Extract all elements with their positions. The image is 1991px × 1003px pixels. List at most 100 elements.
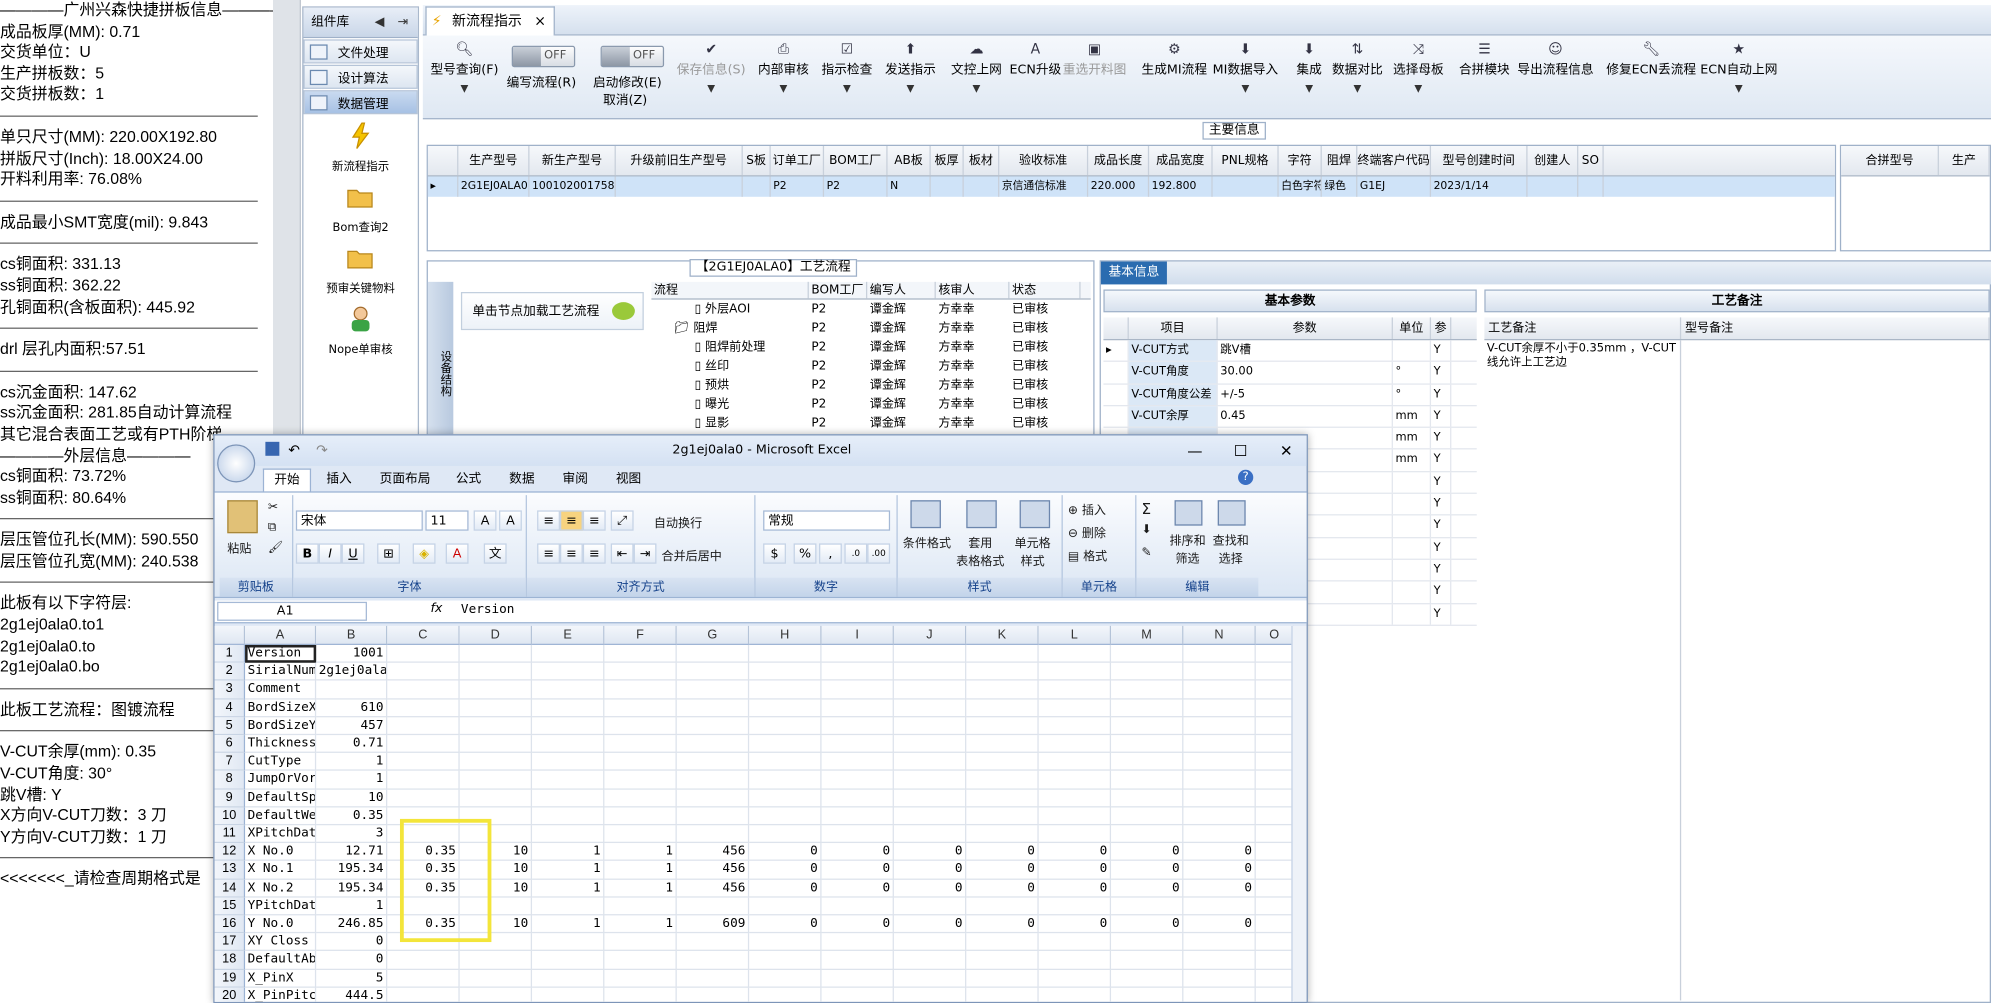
spreadsheet-cell[interactable] <box>387 825 460 844</box>
spreadsheet-cell[interactable]: 0 <box>316 933 388 952</box>
phonetic-icon[interactable]: 文 <box>483 543 507 564</box>
spreadsheet-cell[interactable] <box>604 987 677 1002</box>
spreadsheet-cell[interactable] <box>1255 825 1294 844</box>
spreadsheet-cell[interactable] <box>966 644 1039 663</box>
row-header[interactable]: 17 <box>214 933 246 952</box>
spreadsheet-cell[interactable] <box>1183 681 1256 700</box>
spreadsheet-cell[interactable]: Y No.0 <box>245 915 317 934</box>
param-value[interactable]: 0.45 <box>1218 406 1393 427</box>
spreadsheet-cell[interactable]: 1 <box>532 843 605 862</box>
spreadsheet-cell[interactable] <box>821 933 894 952</box>
cut-icon[interactable]: ✂ <box>268 500 278 514</box>
spreadsheet-cell[interactable] <box>387 681 460 700</box>
spreadsheet-cell[interactable] <box>749 662 822 681</box>
paste-button[interactable]: 粘贴 <box>227 538 251 556</box>
row-header[interactable]: 5 <box>214 717 246 736</box>
spreadsheet-cell[interactable]: 2g1ej0ala0 <box>316 662 388 681</box>
spreadsheet-cell[interactable] <box>459 789 533 808</box>
column-header[interactable]: D <box>459 625 533 645</box>
spreadsheet-cell[interactable] <box>749 735 822 754</box>
row-header[interactable]: 10 <box>214 807 246 826</box>
spreadsheet-cell[interactable]: 0.35 <box>387 915 460 934</box>
tab-basic-info[interactable]: 基本信息 <box>1100 261 1167 285</box>
spreadsheet-cell[interactable] <box>1183 969 1256 988</box>
spreadsheet-cell[interactable]: 3 <box>316 825 388 844</box>
spreadsheet-cell[interactable]: CutType <box>245 753 317 772</box>
spreadsheet-cell[interactable] <box>1111 681 1184 700</box>
spreadsheet-cell[interactable]: X No.1 <box>245 861 317 880</box>
spreadsheet-cell[interactable] <box>893 753 967 772</box>
spreadsheet-cell[interactable] <box>893 644 967 663</box>
spreadsheet-cell[interactable]: 1 <box>316 753 388 772</box>
spreadsheet-cell[interactable] <box>316 681 388 700</box>
spreadsheet-cell[interactable] <box>676 969 750 988</box>
spreadsheet-cell[interactable] <box>532 771 605 790</box>
indent-increase-icon[interactable]: ⇥ <box>633 543 657 564</box>
spreadsheet-cell[interactable] <box>604 933 677 952</box>
spreadsheet-cell[interactable] <box>532 933 605 952</box>
spreadsheet-cell[interactable] <box>893 933 967 952</box>
spreadsheet-cell[interactable] <box>676 933 750 952</box>
row-header[interactable]: 12 <box>214 843 246 862</box>
spreadsheet-cell[interactable] <box>532 717 605 736</box>
redo-icon[interactable]: ↷ <box>316 435 328 465</box>
spreadsheet-cell[interactable]: 1 <box>604 915 677 934</box>
spreadsheet-cell[interactable] <box>1111 897 1184 916</box>
spreadsheet-cell[interactable]: XY Closs <box>245 933 317 952</box>
spreadsheet-cell[interactable] <box>1183 699 1256 718</box>
spreadsheet-cell[interactable] <box>1111 969 1184 988</box>
spreadsheet-cell[interactable] <box>966 662 1039 681</box>
spreadsheet-cell[interactable]: 10 <box>459 861 533 880</box>
equipment-tab[interactable]: 设备结构 <box>427 281 454 452</box>
column-header[interactable]: 终端客户代码 <box>1357 146 1432 176</box>
spreadsheet-cell[interactable] <box>1038 969 1112 988</box>
spreadsheet-cell[interactable] <box>459 969 533 988</box>
spreadsheet-cell[interactable] <box>604 735 677 754</box>
spreadsheet-cell[interactable] <box>1038 753 1112 772</box>
ribbon-tab-5[interactable]: 审阅 <box>552 468 598 491</box>
row-header[interactable]: 20 <box>214 987 246 1002</box>
tab-new-flow[interactable]: ⚡ 新流程指示 × <box>425 6 555 36</box>
column-header[interactable]: 板厚 <box>931 146 964 176</box>
spreadsheet-cell[interactable] <box>1038 933 1112 952</box>
spreadsheet-cell[interactable]: 0 <box>749 879 822 898</box>
spreadsheet-cell[interactable]: Comment <box>245 681 317 700</box>
spreadsheet-cell[interactable] <box>822 987 894 1002</box>
undo-icon[interactable]: ↶ <box>288 435 300 465</box>
spreadsheet-cell[interactable] <box>1183 987 1256 1002</box>
spreadsheet-cell[interactable]: 1 <box>316 897 388 916</box>
spreadsheet-cell[interactable]: 0 <box>893 861 967 880</box>
spreadsheet-cell[interactable]: 0.35 <box>316 807 388 826</box>
spreadsheet-cell[interactable] <box>1255 644 1294 663</box>
spreadsheet-cell[interactable] <box>604 644 677 663</box>
spreadsheet-cell[interactable] <box>532 969 605 988</box>
spreadsheet-cell[interactable] <box>1255 717 1294 736</box>
spreadsheet-cell[interactable]: 0 <box>749 843 822 862</box>
column-header[interactable]: B <box>316 625 388 645</box>
spreadsheet-cell[interactable] <box>749 987 822 1002</box>
toolbar-button-4[interactable]: ☁ 文控上网 ▼ <box>951 41 1002 94</box>
spreadsheet-cell[interactable] <box>749 699 822 718</box>
conditional-format-button[interactable]: 条件格式 <box>903 533 951 551</box>
spreadsheet-cell[interactable] <box>821 753 894 772</box>
spreadsheet-cell[interactable] <box>604 969 677 988</box>
format-cells-button[interactable]: ▤ 格式 <box>1068 546 1107 564</box>
spreadsheet-cell[interactable] <box>1038 807 1112 826</box>
spreadsheet-cell[interactable] <box>676 951 750 970</box>
table-row[interactable]: V-CUT角度公差 +/-5 ° Y <box>1103 384 1477 407</box>
spreadsheet-cell[interactable] <box>1038 662 1112 681</box>
help-icon[interactable]: ? <box>1238 469 1254 485</box>
column-header[interactable]: 验收标准 <box>999 146 1089 176</box>
spreadsheet-cell[interactable]: Version <box>245 644 317 663</box>
spreadsheet-cell[interactable]: 0 <box>1038 843 1112 862</box>
spreadsheet-cell[interactable] <box>676 771 750 790</box>
currency-icon[interactable]: $ <box>763 543 786 564</box>
spreadsheet-cell[interactable] <box>1255 933 1294 952</box>
spreadsheet-cell[interactable]: 0.35 <box>387 879 460 898</box>
spreadsheet-cell[interactable] <box>1111 825 1184 844</box>
spreadsheet-cell[interactable]: 0 <box>893 879 967 898</box>
maximize-icon[interactable]: ☐ <box>1218 435 1264 465</box>
font-name-select[interactable]: 宋体 <box>295 510 423 531</box>
spreadsheet-cell[interactable]: 444.5 <box>316 987 388 1002</box>
spreadsheet-cell[interactable] <box>676 807 750 826</box>
